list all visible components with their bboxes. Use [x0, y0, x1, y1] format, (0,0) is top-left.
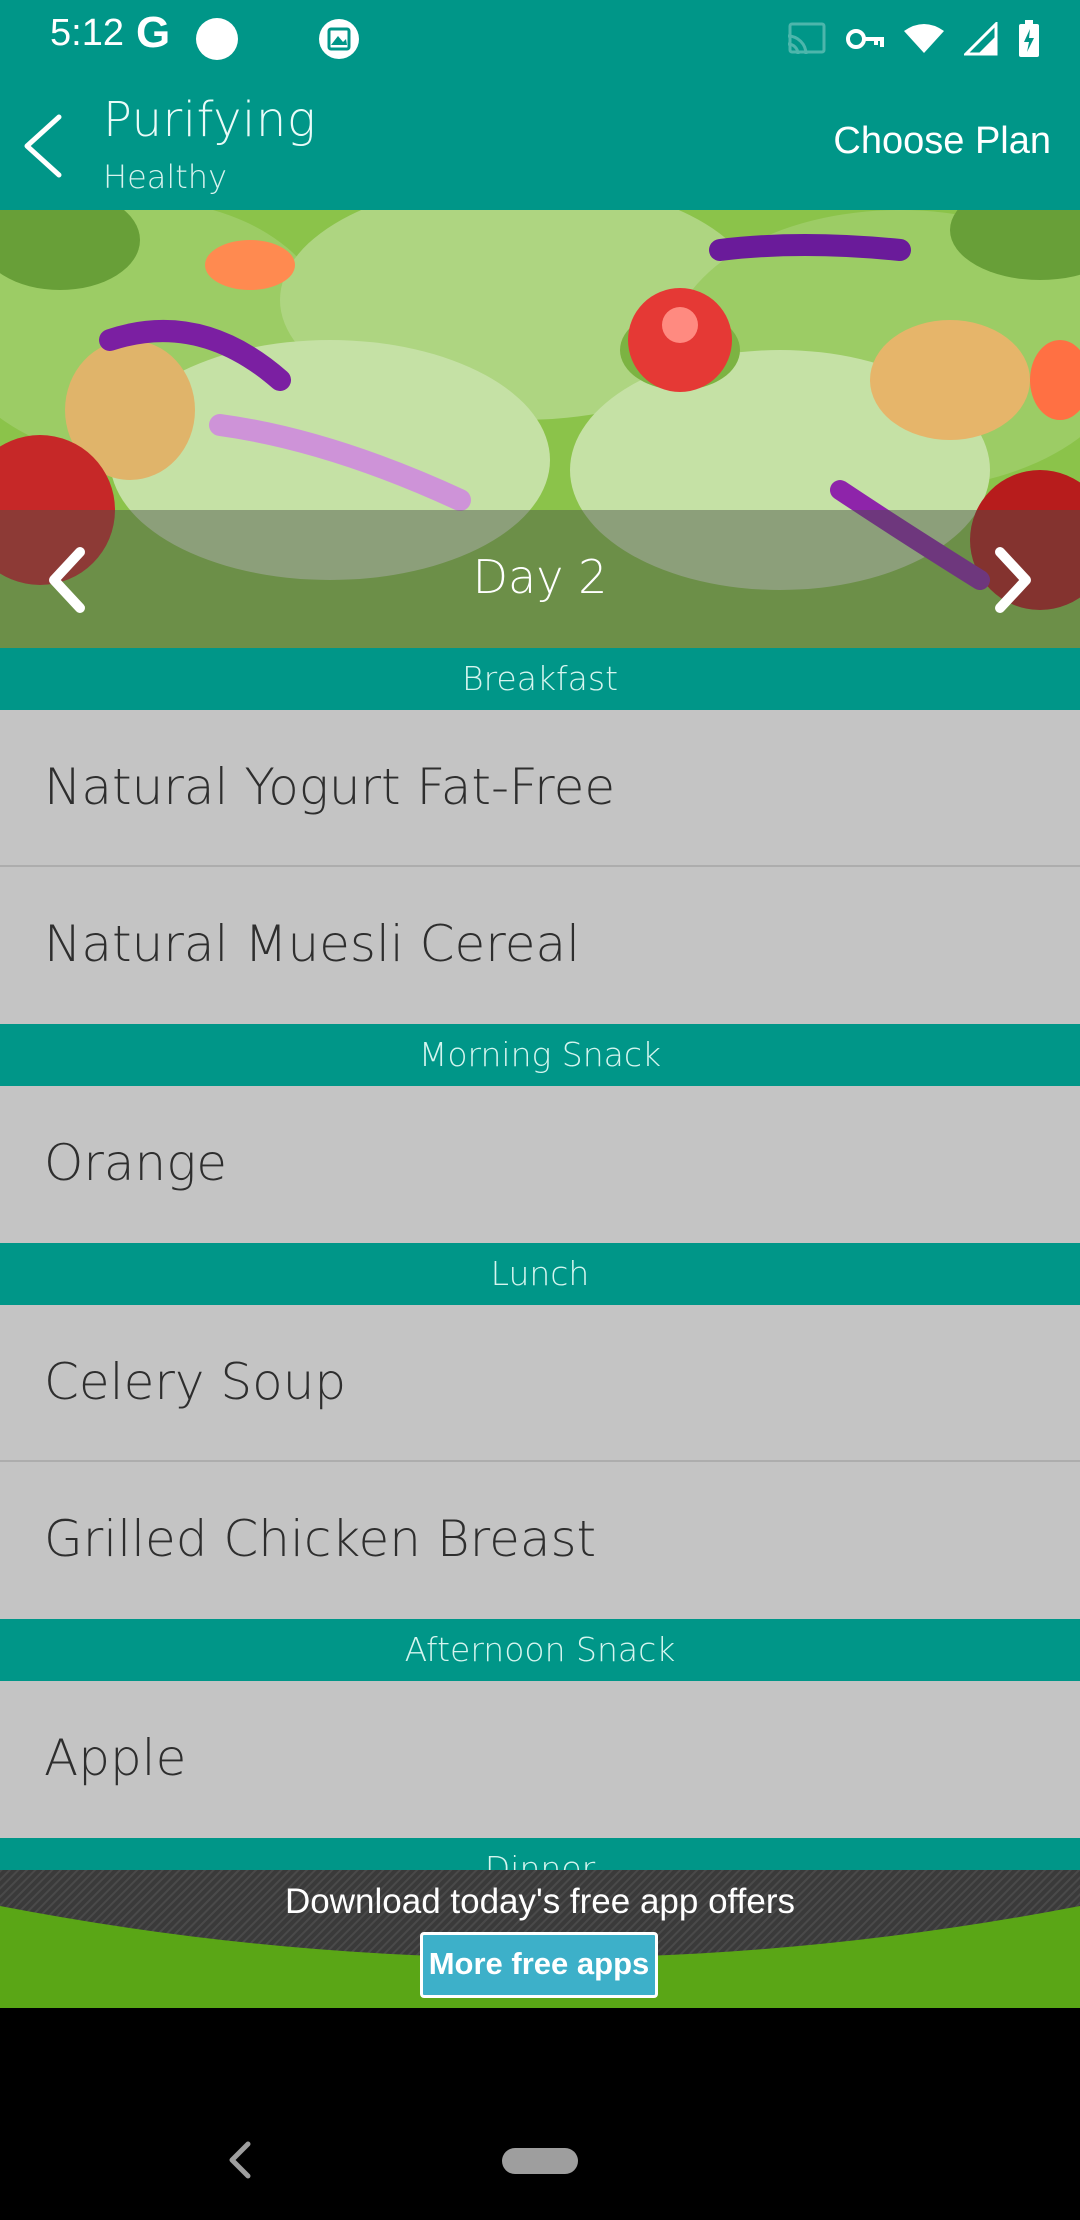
choose-plan-button[interactable]: Choose Plan: [833, 120, 1051, 163]
food-label: Apple: [44, 1729, 187, 1787]
status-bar: 5:12 G: [0, 0, 1080, 76]
food-label: Celery Soup: [44, 1353, 347, 1411]
section-header-dinner: Dinner: [0, 1838, 1080, 1870]
system-navigation-bar: [0, 2008, 1080, 2220]
gallery-icon: [319, 19, 359, 59]
food-item[interactable]: Apple: [0, 1681, 1080, 1838]
status-time: 5:12: [50, 12, 124, 54]
ad-banner[interactable]: Download today's free app offers More fr…: [0, 1870, 1080, 2008]
food-item[interactable]: Celery Soup: [0, 1305, 1080, 1462]
chevron-right-icon: [995, 547, 1031, 613]
wifi-icon: [904, 24, 944, 53]
food-label: Grilled Chicken Breast: [44, 1510, 597, 1568]
meal-list[interactable]: Breakfast Natural Yogurt Fat-Free Natura…: [0, 648, 1080, 1870]
food-item[interactable]: Orange: [0, 1086, 1080, 1243]
food-item[interactable]: Natural Yogurt Fat-Free: [0, 710, 1080, 867]
page-title: Purifying: [103, 92, 317, 148]
battery-charging-icon: [1019, 20, 1039, 57]
section-header-breakfast: Breakfast: [0, 648, 1080, 710]
food-item[interactable]: Grilled Chicken Breast: [0, 1462, 1080, 1619]
app-bar: Purifying Healthy Choose Plan: [0, 76, 1080, 210]
more-free-apps-button[interactable]: More free apps: [420, 1932, 658, 1998]
next-day-button[interactable]: [974, 538, 1044, 622]
section-header-lunch: Lunch: [0, 1243, 1080, 1305]
google-icon: G: [136, 8, 171, 57]
hero-image: Day 2: [0, 210, 1080, 648]
arrow-left-icon: [24, 114, 62, 178]
food-item[interactable]: Natural Muesli Cereal: [0, 867, 1080, 1024]
section-header-afternoon-snack: Afternoon Snack: [0, 1619, 1080, 1681]
food-label: Orange: [44, 1134, 228, 1192]
signal-icon: [964, 22, 998, 56]
system-home-pill[interactable]: [502, 2148, 578, 2174]
food-label: Natural Yogurt Fat-Free: [44, 758, 616, 816]
vpn-key-icon: [846, 29, 884, 49]
system-back-icon[interactable]: [222, 2138, 258, 2182]
previous-day-button[interactable]: [36, 538, 106, 622]
circle-notification-icon: [196, 18, 238, 60]
page-subtitle: Healthy: [103, 158, 228, 196]
cast-icon: [787, 22, 826, 55]
back-button[interactable]: [6, 106, 78, 186]
chevron-left-icon: [49, 547, 85, 613]
day-label: Day 2: [472, 550, 608, 604]
status-icons: [786, 18, 1040, 60]
food-label: Natural Muesli Cereal: [44, 915, 581, 973]
section-header-morning-snack: Morning Snack: [0, 1024, 1080, 1086]
ad-text: Download today's free app offers: [285, 1882, 795, 1921]
